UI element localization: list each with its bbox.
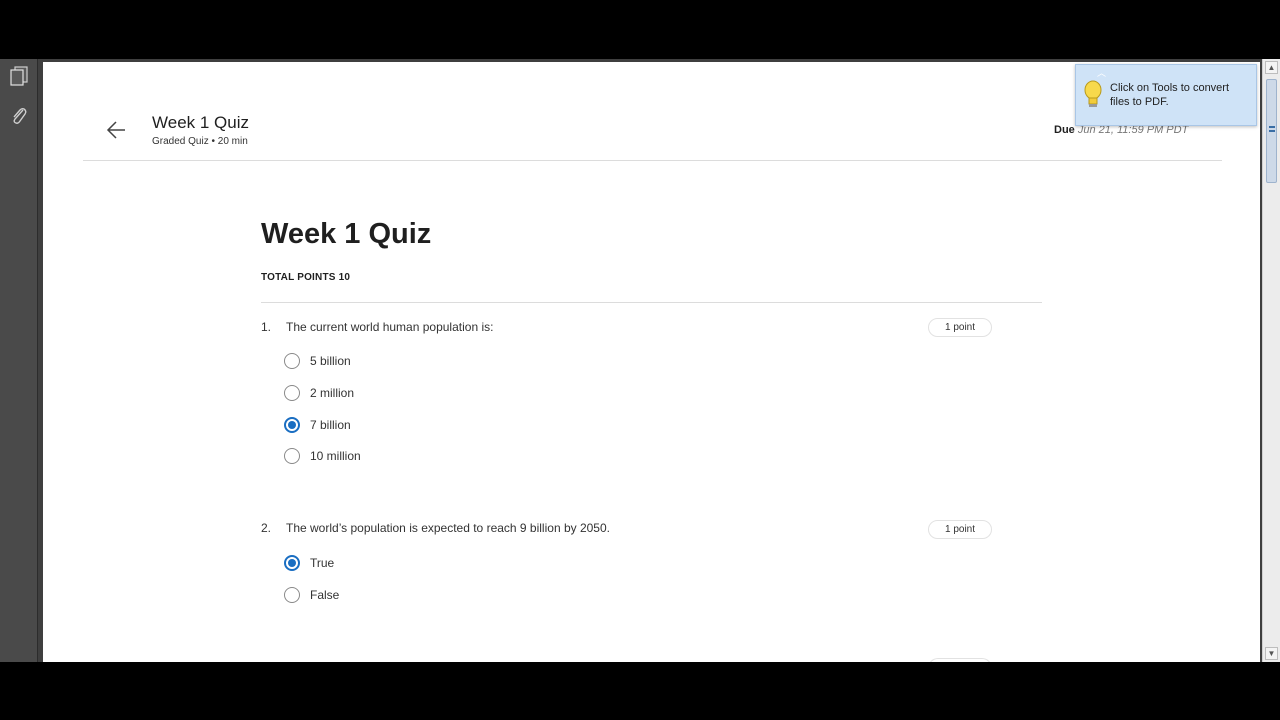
radio-button[interactable]: [284, 385, 300, 401]
content-divider: [261, 302, 1042, 303]
quiz-title: Week 1 Quiz: [261, 218, 432, 250]
navigation-pane: [0, 59, 38, 662]
total-points: TOTAL POINTS 10: [261, 272, 351, 283]
bottom-black-bar: [0, 662, 1280, 720]
radio-button-selected[interactable]: [284, 417, 300, 433]
top-black-bar: [0, 0, 1280, 59]
option-label: 2 million: [310, 386, 355, 400]
radio-button[interactable]: [284, 353, 300, 369]
question-1-text: The current world human population is:: [286, 320, 494, 334]
question-1-option[interactable]: 2 million: [284, 384, 354, 402]
option-label: 7 billion: [310, 418, 351, 432]
paperclip-icon[interactable]: [8, 105, 30, 127]
vertical-scrollbar[interactable]: ▲ ▼: [1262, 59, 1280, 662]
chevron-up-icon: ︿: [1097, 68, 1107, 78]
radio-button-selected[interactable]: [284, 555, 300, 571]
question-1-points-badge: 1 point: [928, 318, 992, 337]
question-1-option[interactable]: 7 billion: [284, 416, 351, 434]
scroll-grip-icon: [1269, 126, 1275, 128]
question-2-number: 2.: [261, 521, 272, 535]
tooltip-text: Click on Tools to convert files to PDF.: [1110, 82, 1230, 108]
question-1-option[interactable]: 10 million: [284, 447, 361, 465]
scroll-up-arrow-icon[interactable]: ▲: [1265, 61, 1278, 74]
question-2-text: The world’s population is expected to re…: [286, 521, 610, 535]
lightbulb-icon: [1083, 80, 1103, 110]
question-2-option[interactable]: True: [284, 554, 334, 572]
option-label: 10 million: [310, 449, 361, 463]
option-label: 5 billion: [310, 354, 351, 368]
scroll-down-arrow-icon[interactable]: ▼: [1265, 647, 1278, 660]
header-title: Week 1 Quiz: [152, 113, 250, 132]
option-label: True: [310, 556, 335, 570]
pdf-page: Week 1 Quiz Graded Quiz • 20 min Due Jun…: [43, 62, 1260, 662]
question-1-option[interactable]: 5 billion: [284, 352, 351, 370]
pages-icon[interactable]: [8, 65, 30, 87]
header-subtitle: Graded Quiz • 20 min: [152, 136, 248, 147]
back-arrow-icon[interactable]: [105, 118, 129, 142]
header-divider: [83, 160, 1222, 161]
option-label: False: [310, 588, 340, 602]
question-2-points-badge: 1 point: [928, 520, 992, 539]
scroll-grip-icon: [1269, 130, 1275, 132]
due-label: Due: [1054, 124, 1075, 136]
radio-button[interactable]: [284, 448, 300, 464]
question-1-number: 1.: [261, 320, 272, 334]
question-2-option[interactable]: False: [284, 586, 339, 604]
radio-button[interactable]: [284, 587, 300, 603]
